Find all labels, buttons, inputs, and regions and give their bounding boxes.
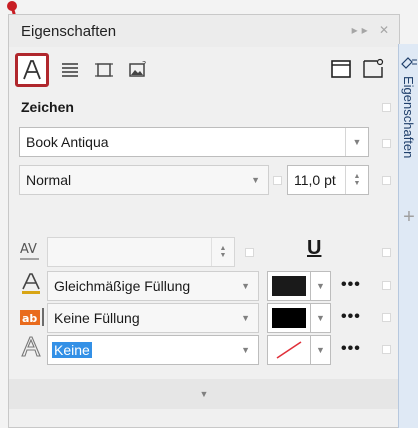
frame-window-icon <box>331 60 351 78</box>
kerning-checkbox[interactable] <box>245 248 254 257</box>
tab-paragraph[interactable] <box>53 53 87 87</box>
properties-tab-icon <box>401 57 417 69</box>
color-swatch <box>272 308 306 328</box>
paragraph-lines-icon <box>62 63 78 77</box>
text-fill-dropdown[interactable]: Gleichmäßige Füllung ▼ <box>47 271 259 301</box>
chevron-down-icon: ▼ <box>241 345 250 355</box>
frame-icon <box>95 63 113 77</box>
outline-label: Keine <box>52 342 92 358</box>
chevron-down-icon: ▼ <box>251 175 260 185</box>
character-a-icon <box>23 60 41 80</box>
font-style-value: Normal <box>26 172 72 188</box>
docker-side-tab[interactable]: Eigenschaften <box>398 44 418 428</box>
tab-character[interactable] <box>15 53 49 87</box>
chevron-down-icon[interactable]: ▼ <box>311 303 331 333</box>
underline-checkbox[interactable] <box>382 248 391 257</box>
color-swatch <box>272 276 306 296</box>
font-size-value: 11,0 pt <box>294 172 336 188</box>
no-color-icon <box>276 341 302 359</box>
properties-panel: Eigenschaften ▸▸ ✕ ? Zeichen Book Antiqu… <box>8 14 400 428</box>
chevron-down-icon: ▼ <box>241 281 250 291</box>
stepper-arrows-icon[interactable]: ▲ ▼ <box>345 166 368 194</box>
stepper-arrows-icon[interactable]: ▲ ▼ <box>211 238 234 266</box>
font-family-dropdown[interactable]: Book Antiqua ▼ <box>19 127 369 157</box>
chevron-down-icon: ▼ <box>345 128 368 156</box>
chevron-down-icon: ▼ <box>241 313 250 323</box>
font-size-checkbox[interactable] <box>382 176 391 185</box>
more-options-button[interactable]: ••• <box>341 340 361 358</box>
panel-title: Eigenschaften <box>21 23 117 40</box>
font-style-checkbox[interactable] <box>273 176 282 185</box>
expand-section-button[interactable]: ▼ <box>9 379 399 409</box>
more-options-button[interactable]: ••• <box>341 308 361 326</box>
background-fill-color-swatch[interactable] <box>267 303 311 333</box>
image-icon: ? <box>129 60 146 77</box>
property-tabs-toolbar: ? <box>9 47 399 93</box>
text-fill-label: Gleichmäßige Füllung <box>54 278 191 294</box>
tab-frame[interactable] <box>87 53 121 87</box>
panel-titlebar: Eigenschaften ▸▸ ✕ <box>9 15 399 47</box>
kerning-spinner[interactable]: ▲ ▼ <box>47 237 235 267</box>
outline-icon <box>19 335 45 361</box>
svg-text:AV: AV <box>20 242 37 257</box>
svg-text:?: ? <box>142 60 146 69</box>
outline-color-swatch[interactable] <box>267 335 311 365</box>
background-fill-checkbox[interactable] <box>382 313 391 322</box>
background-fill-label: Keine Füllung <box>54 310 140 326</box>
font-family-value: Book Antiqua <box>26 134 109 150</box>
outline-dropdown[interactable]: Keine ▼ <box>47 335 259 365</box>
underline-button[interactable]: U <box>307 237 337 267</box>
chevron-down-icon[interactable]: ▼ <box>311 335 331 365</box>
text-fill-checkbox[interactable] <box>382 281 391 290</box>
kerning-icon: AV <box>19 239 45 263</box>
outline-checkbox[interactable] <box>382 345 391 354</box>
tab-image[interactable]: ? <box>121 53 155 87</box>
titlebar-controls[interactable]: ▸▸ ✕ <box>352 23 393 37</box>
font-family-checkbox[interactable] <box>382 139 391 148</box>
font-style-dropdown[interactable]: Normal ▼ <box>19 165 269 195</box>
chevron-down-icon: ▼ <box>199 389 209 399</box>
background-fill-dropdown[interactable]: Keine Füllung ▼ <box>47 303 259 333</box>
chevron-down-icon[interactable]: ▼ <box>311 271 331 301</box>
underline-icon: U <box>307 237 322 259</box>
frame-tooltip-icon <box>363 58 384 78</box>
more-options-button[interactable]: ••• <box>341 276 361 294</box>
section-header: Zeichen <box>9 95 399 121</box>
section-toggle[interactable] <box>382 103 391 112</box>
frame-window-button[interactable] <box>327 55 355 83</box>
background-fill-icon: ab <box>19 305 47 329</box>
text-fill-icon <box>19 271 45 297</box>
font-size-spinner[interactable]: 11,0 pt ▲ ▼ <box>287 165 369 195</box>
add-docker-button[interactable]: + <box>400 206 418 230</box>
section-title: Zeichen <box>21 99 74 115</box>
frame-tooltip-button[interactable] <box>359 55 387 83</box>
text-fill-color-swatch[interactable] <box>267 271 311 301</box>
docker-tab-label: Eigenschaften <box>401 76 416 159</box>
svg-text:ab: ab <box>22 312 37 325</box>
